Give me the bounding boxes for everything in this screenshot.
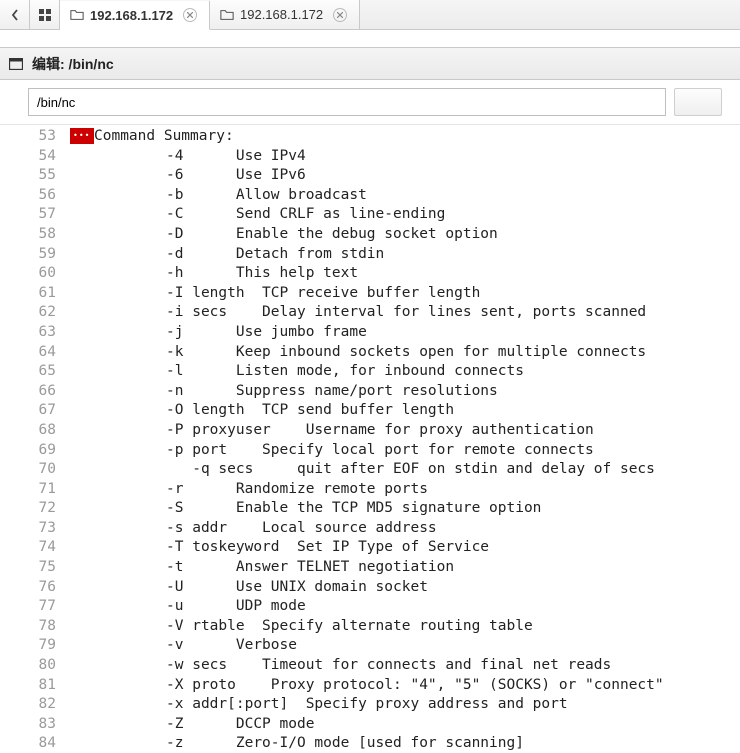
code-line[interactable]: -b Allow broadcast	[70, 186, 740, 206]
window-icon	[8, 56, 24, 72]
code-line[interactable]: -z Zero-I/O mode [used for scanning]	[70, 734, 740, 752]
line-number: 54	[0, 147, 56, 167]
tab-close-button[interactable]	[333, 8, 347, 22]
line-number: 78	[0, 617, 56, 637]
grid-button[interactable]	[30, 0, 60, 29]
folder-icon	[220, 8, 234, 22]
line-number: 68	[0, 421, 56, 441]
tab-label: 192.168.1.172	[90, 8, 173, 23]
code-line[interactable]: -l Listen mode, for inbound connects	[70, 362, 740, 382]
close-icon	[187, 12, 193, 18]
code-line[interactable]: -4 Use IPv4	[70, 147, 740, 167]
line-number: 73	[0, 519, 56, 539]
code-line[interactable]: -k Keep inbound sockets open for multipl…	[70, 343, 740, 363]
line-number: 83	[0, 715, 56, 735]
code-line[interactable]: -P proxyuser Username for proxy authenti…	[70, 421, 740, 441]
line-number: 58	[0, 225, 56, 245]
code-line[interactable]: -r Randomize remote ports	[70, 480, 740, 500]
editor-area[interactable]: 5354555657585960616263646566676869707172…	[0, 125, 740, 752]
line-number: 79	[0, 636, 56, 656]
line-number: 65	[0, 362, 56, 382]
line-number: 80	[0, 656, 56, 676]
blank-separator	[0, 30, 740, 48]
code-line[interactable]: -D Enable the debug socket option	[70, 225, 740, 245]
code-line[interactable]: -h This help text	[70, 264, 740, 284]
code-line[interactable]: -j Use jumbo frame	[70, 323, 740, 343]
code-line[interactable]: -w secs Timeout for connects and final n…	[70, 656, 740, 676]
line-number: 59	[0, 245, 56, 265]
line-number: 72	[0, 499, 56, 519]
line-number: 76	[0, 578, 56, 598]
code-line[interactable]: -x addr[:port] Specify proxy address and…	[70, 695, 740, 715]
code-line[interactable]: -d Detach from stdin	[70, 245, 740, 265]
code-line[interactable]: -t Answer TELNET negotiation	[70, 558, 740, 578]
line-number: 60	[0, 264, 56, 284]
line-number: 84	[0, 734, 56, 752]
folder-icon	[70, 8, 84, 22]
code-line[interactable]: -S Enable the TCP MD5 signature option	[70, 499, 740, 519]
tab-left-controls	[0, 0, 60, 29]
grid-icon	[38, 8, 52, 22]
line-number: 74	[0, 538, 56, 558]
code-line[interactable]: -s addr Local source address	[70, 519, 740, 539]
line-number: 77	[0, 597, 56, 617]
back-button[interactable]	[0, 0, 30, 29]
line-number: 53	[0, 127, 56, 147]
path-input[interactable]	[28, 88, 666, 116]
code-content[interactable]: Command Summary: -4 Use IPv4 -6 Use IPv6…	[70, 125, 740, 752]
code-line[interactable]: -v Verbose	[70, 636, 740, 656]
line-number: 70	[0, 460, 56, 480]
code-line[interactable]: Command Summary:	[70, 127, 740, 147]
code-line[interactable]: -U Use UNIX domain socket	[70, 578, 740, 598]
line-number: 69	[0, 441, 56, 461]
line-number: 57	[0, 205, 56, 225]
code-line[interactable]: -p port Specify local port for remote co…	[70, 441, 740, 461]
line-number: 61	[0, 284, 56, 304]
line-number: 63	[0, 323, 56, 343]
code-line[interactable]: -O length TCP send buffer length	[70, 401, 740, 421]
line-number: 64	[0, 343, 56, 363]
line-number: 55	[0, 166, 56, 186]
code-line[interactable]: -6 Use IPv6	[70, 166, 740, 186]
line-number: 67	[0, 401, 56, 421]
tab-host-2[interactable]: 192.168.1.172	[210, 0, 360, 29]
tab-strip: 192.168.1.172 192.168.1.172	[0, 0, 740, 30]
line-number: 82	[0, 695, 56, 715]
code-line[interactable]: -q secs quit after EOF on stdin and dela…	[70, 460, 740, 480]
tab-close-button[interactable]	[183, 8, 197, 22]
code-line[interactable]: -Z DCCP mode	[70, 715, 740, 735]
close-icon	[337, 12, 343, 18]
tab-host-1[interactable]: 192.168.1.172	[60, 1, 210, 30]
code-line[interactable]: -n Suppress name/port resolutions	[70, 382, 740, 402]
tab-label: 192.168.1.172	[240, 7, 323, 22]
code-line[interactable]: -u UDP mode	[70, 597, 740, 617]
code-line[interactable]: -V rtable Specify alternate routing tabl…	[70, 617, 740, 637]
code-line[interactable]: -I length TCP receive buffer length	[70, 284, 740, 304]
line-number: 62	[0, 303, 56, 323]
path-row	[0, 80, 740, 125]
line-number: 71	[0, 480, 56, 500]
path-side-button[interactable]	[674, 88, 722, 116]
line-number: 56	[0, 186, 56, 206]
line-number: 75	[0, 558, 56, 578]
code-line[interactable]: -T toskeyword Set IP Type of Service	[70, 538, 740, 558]
code-line[interactable]: -X proto Proxy protocol: "4", "5" (SOCKS…	[70, 676, 740, 696]
line-number-gutter: 5354555657585960616263646566676869707172…	[0, 125, 70, 752]
line-number: 66	[0, 382, 56, 402]
chevron-left-icon	[11, 9, 19, 21]
edit-bar-label: 编辑: /bin/nc	[32, 54, 114, 74]
code-line[interactable]: -i secs Delay interval for lines sent, p…	[70, 303, 740, 323]
error-marker-icon	[70, 128, 94, 144]
code-line[interactable]: -C Send CRLF as line-ending	[70, 205, 740, 225]
line-number: 81	[0, 676, 56, 696]
edit-bar: 编辑: /bin/nc	[0, 48, 740, 80]
